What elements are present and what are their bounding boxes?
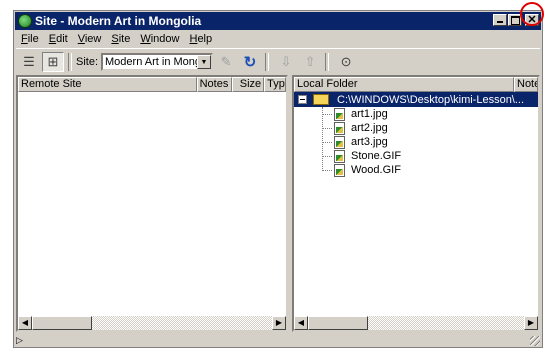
- put-icon[interactable]: ⇧: [299, 52, 321, 72]
- collapse-icon[interactable]: [298, 95, 307, 104]
- col-type[interactable]: Type: [264, 77, 286, 92]
- image-file-icon: [334, 107, 345, 121]
- file-name: art3.jpg: [351, 136, 388, 148]
- scroll-thumb[interactable]: [308, 316, 368, 330]
- site-label: Site:: [76, 56, 99, 68]
- menu-edit-rest: dit: [56, 33, 68, 45]
- col-notes[interactable]: Notes: [196, 77, 233, 92]
- col-local-folder[interactable]: Local Folder: [294, 77, 514, 92]
- connect-icon[interactable]: ✎: [215, 52, 237, 72]
- menu-view-rest: iew: [84, 33, 102, 45]
- menu-help[interactable]: Help: [184, 33, 217, 45]
- annotation-circle: [520, 2, 544, 26]
- file-row[interactable]: Stone.GIF: [294, 149, 538, 163]
- file-tree: C:\WINDOWS\Desktop\kimi-Lesson\... art1.…: [294, 92, 538, 177]
- col-size[interactable]: Size: [232, 77, 265, 92]
- folder-open-icon: [313, 94, 329, 105]
- remote-hscrollbar[interactable]: ◀ ▶: [18, 316, 286, 330]
- chevron-down-icon[interactable]: ▼: [197, 55, 212, 69]
- menu-bar: File Edit View Site Window Help: [16, 31, 217, 47]
- site-files-icon[interactable]: ☰: [18, 52, 40, 72]
- help-icon[interactable]: ⊙: [335, 52, 357, 72]
- file-row[interactable]: art2.jpg: [294, 121, 538, 135]
- root-folder-row[interactable]: C:\WINDOWS\Desktop\kimi-Lesson\...: [294, 92, 538, 107]
- title-bar[interactable]: Site - Modern Art in Mongolia ✕: [15, 12, 541, 30]
- root-folder-path: C:\WINDOWS\Desktop\kimi-Lesson\...: [337, 93, 525, 106]
- resize-grip-icon[interactable]: [530, 336, 540, 346]
- toolbar-separator: [68, 53, 72, 71]
- scroll-right-icon[interactable]: ▶: [272, 316, 286, 330]
- menu-file[interactable]: File: [16, 33, 44, 45]
- get-icon[interactable]: ⇩: [275, 52, 297, 72]
- remote-site-pane[interactable]: Remote Site Notes Size Type ◀ ▶: [16, 75, 288, 332]
- image-file-icon: [334, 121, 345, 135]
- local-folder-pane[interactable]: Local Folder Notes C:\WINDOWS\Desktop\ki…: [292, 75, 540, 332]
- window-title: Site - Modern Art in Mongolia: [35, 14, 202, 28]
- menu-site[interactable]: Site: [106, 33, 135, 45]
- scroll-left-icon[interactable]: ◀: [294, 316, 308, 330]
- toolbar-separator-3: [325, 53, 330, 71]
- site-window: Site - Modern Art in Mongolia ✕ File Edi…: [13, 10, 543, 348]
- scroll-thumb[interactable]: [32, 316, 92, 330]
- refresh-icon[interactable]: ↻: [239, 52, 261, 72]
- file-row[interactable]: art1.jpg: [294, 107, 538, 121]
- status-bar: ▷: [16, 334, 540, 346]
- site-select-value: Modern Art in Mongolia: [105, 56, 200, 68]
- expand-arrow-icon[interactable]: ▷: [16, 335, 23, 346]
- remote-header: Remote Site Notes Size Type: [18, 77, 286, 92]
- site-map-icon[interactable]: ⊞: [42, 52, 64, 72]
- toolbar: ☰ ⊞ Site: Modern Art in Mongolia ▼ ✎ ↻ ⇩…: [16, 48, 540, 75]
- file-name: Wood.GIF: [351, 164, 401, 176]
- menu-window-rest: indow: [150, 33, 180, 45]
- scroll-right-icon[interactable]: ▶: [524, 316, 538, 330]
- local-header: Local Folder Notes: [294, 77, 538, 92]
- file-row[interactable]: art3.jpg: [294, 135, 538, 149]
- menu-window[interactable]: Window: [135, 33, 184, 45]
- site-select[interactable]: Modern Art in Mongolia ▼: [101, 53, 214, 71]
- col-remote-site[interactable]: Remote Site: [18, 77, 197, 92]
- file-name: art1.jpg: [351, 108, 388, 120]
- file-name: Stone.GIF: [351, 150, 402, 162]
- dreamweaver-app-icon: [18, 14, 32, 28]
- file-row[interactable]: Wood.GIF: [294, 163, 538, 177]
- toolbar-separator-2: [265, 53, 270, 71]
- image-file-icon: [334, 135, 345, 149]
- menu-edit[interactable]: Edit: [44, 33, 73, 45]
- menu-view[interactable]: View: [73, 33, 107, 45]
- scroll-left-icon[interactable]: ◀: [18, 316, 32, 330]
- menu-help-rest: elp: [197, 33, 213, 45]
- file-name: art2.jpg: [351, 122, 388, 134]
- image-file-icon: [334, 163, 345, 177]
- col-local-notes[interactable]: Notes: [514, 77, 538, 92]
- local-hscrollbar[interactable]: ◀ ▶: [294, 316, 538, 330]
- image-file-icon: [334, 149, 345, 163]
- minimize-button[interactable]: [493, 14, 507, 26]
- menu-site-rest: ite: [118, 33, 131, 45]
- menu-file-rest: ile: [27, 33, 39, 45]
